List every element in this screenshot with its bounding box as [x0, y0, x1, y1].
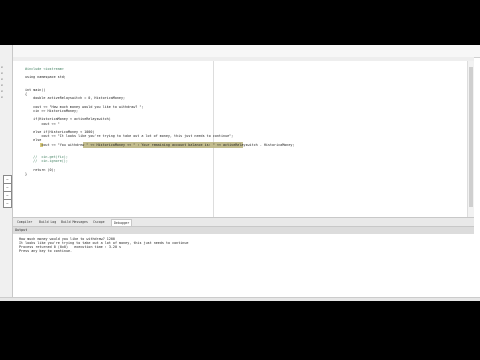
tab-compiler[interactable]: Compiler — [15, 219, 34, 225]
tab-debugger[interactable]: Debugger — [111, 219, 133, 227]
gutter-icons: − − − − — [3, 175, 12, 215]
code-line[interactable]: cout << "You withdrew " << HistoricaMone… — [25, 143, 294, 147]
code-line[interactable]: cout << "It looks like you're trying to … — [25, 134, 233, 138]
collapse-icon[interactable]: − — [3, 199, 12, 208]
code-line[interactable]: using namespace std; — [25, 75, 66, 79]
left-panel-item[interactable]: x — [1, 77, 11, 81]
ide-window: x x x x x x − − − − #include <iostream> u… — [0, 45, 480, 301]
code-line[interactable]: // cin.ignore(); — [25, 159, 68, 163]
code-line[interactable]: double activeRelayswitch = 0, HistoricaM… — [25, 96, 125, 100]
tab-cscope[interactable]: Cscope — [91, 219, 107, 225]
code-line[interactable]: int main() — [25, 88, 45, 92]
bottom-tab-bar: Compiler Build Log Build Messages Cscope… — [13, 217, 474, 227]
code-line[interactable]: } — [25, 172, 27, 176]
tab-build-messages[interactable]: Build Messages — [59, 219, 90, 225]
status-bar — [0, 297, 480, 301]
left-panel-item[interactable]: x — [1, 71, 11, 75]
output-panel: How much money would you like to withdra… — [13, 234, 474, 296]
output-line: Press any key to continue. — [19, 249, 73, 253]
left-panel-item[interactable]: x — [1, 89, 11, 93]
code-line[interactable]: return (0); — [25, 168, 55, 172]
code-line[interactable]: #include <iostream> — [25, 67, 64, 71]
left-panel-item[interactable]: x — [1, 65, 11, 69]
code-line[interactable]: cout << " — [25, 122, 59, 126]
code-line[interactable]: cin >> HistoricaMoney; — [25, 109, 78, 113]
left-panel-item[interactable]: x — [1, 83, 11, 87]
left-panel-item[interactable]: x — [1, 95, 11, 99]
scrollbar-thumb[interactable] — [469, 67, 473, 207]
left-panel: x x x x x x − − − − — [0, 45, 13, 301]
output-title: Output — [15, 228, 28, 232]
tab-build-log[interactable]: Build Log — [37, 219, 58, 225]
